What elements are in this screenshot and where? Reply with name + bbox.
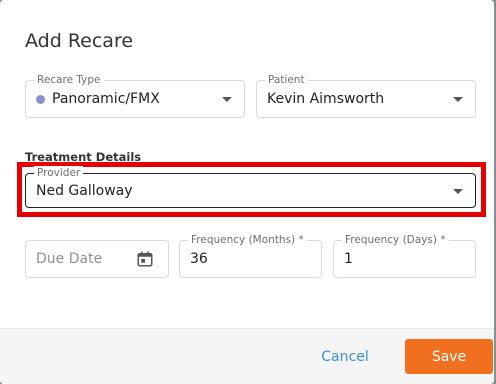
recare-type-dot-icon — [36, 94, 45, 104]
frequency-days-field[interactable]: Frequency (Days) * 1 — [333, 233, 476, 278]
save-button[interactable]: Save — [405, 339, 493, 374]
frequency-months-value: 36 — [190, 251, 208, 267]
recare-type-value: Panoramic/FMX — [52, 91, 160, 107]
dialog-title: Add Recare — [25, 30, 134, 52]
due-date-field[interactable]: Due Date — [25, 240, 169, 278]
patient-select[interactable]: Patient Kevin Aimsworth — [256, 73, 476, 118]
frequency-days-value: 1 — [344, 251, 353, 267]
calendar-icon[interactable] — [136, 250, 154, 268]
recare-type-select[interactable]: Recare Type Panoramic/FMX — [25, 73, 245, 118]
chevron-down-icon[interactable] — [453, 97, 463, 102]
add-recare-dialog: Add Recare Recare Type Panoramic/FMX Pat… — [0, 0, 494, 384]
frequency-months-field[interactable]: Frequency (Months) * 36 — [179, 233, 322, 278]
cancel-button[interactable]: Cancel — [310, 341, 380, 373]
chevron-down-icon[interactable] — [453, 188, 463, 194]
chevron-down-icon[interactable] — [222, 97, 232, 102]
patient-value: Kevin Aimsworth — [267, 91, 385, 107]
frequency-days-label: Frequency (Days) * — [342, 233, 449, 247]
dialog-footer: Cancel Save — [0, 328, 494, 384]
recare-type-label: Recare Type — [34, 73, 104, 87]
provider-label: Provider — [34, 166, 84, 180]
provider-value: Ned Galloway — [36, 182, 133, 199]
due-date-placeholder: Due Date — [36, 251, 103, 267]
provider-select[interactable]: Provider Ned Galloway — [25, 166, 476, 208]
patient-label: Patient — [265, 73, 308, 87]
frequency-months-label: Frequency (Months) * — [188, 233, 307, 247]
